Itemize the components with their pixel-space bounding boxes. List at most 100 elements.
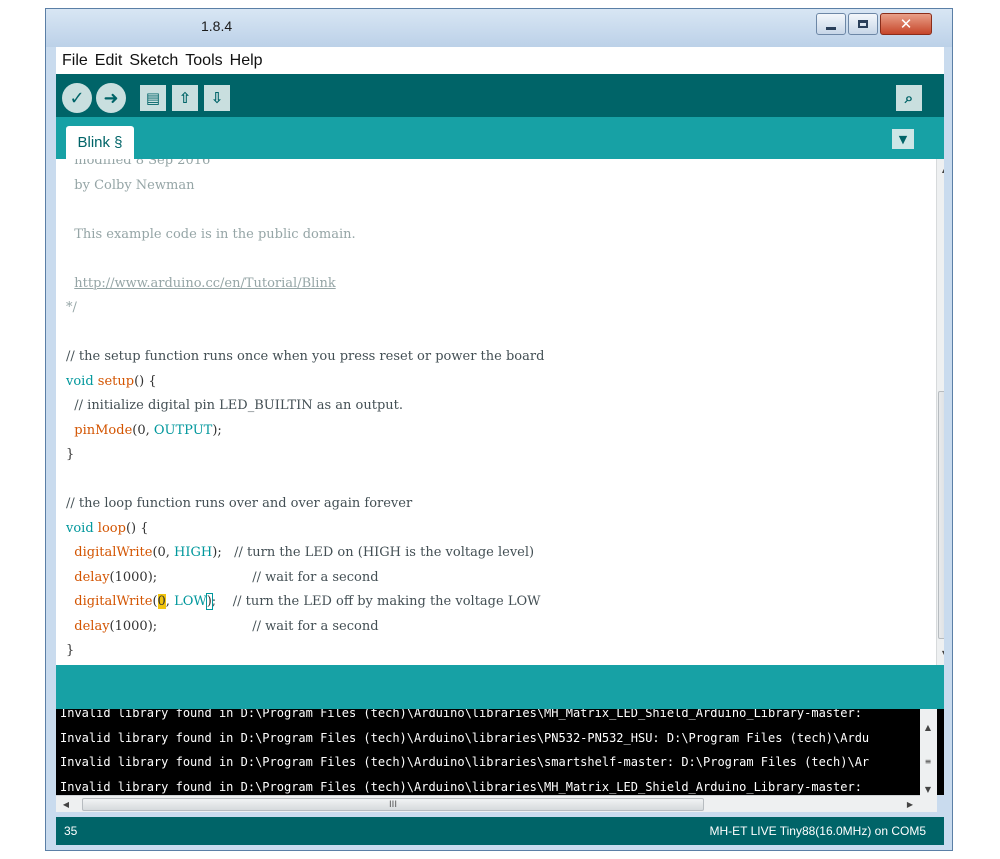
editor-scroll-thumb[interactable] xyxy=(938,391,944,639)
console-hscroll-thumb[interactable]: III xyxy=(82,798,704,811)
code-token: (1000); xyxy=(109,569,253,585)
tab-blink[interactable]: Blink § xyxy=(66,126,134,159)
console-output[interactable]: Invalid library found in D:\Program File… xyxy=(56,709,944,795)
code-line: void loop() { xyxy=(66,517,916,542)
code-token: (0, xyxy=(132,422,154,438)
serial-monitor-button[interactable]: ⌕ xyxy=(896,85,922,111)
code-token: (0, xyxy=(152,545,175,560)
menu-sketch[interactable]: Sketch xyxy=(129,52,178,70)
title-bar[interactable]: 1.8.4 ✕ xyxy=(46,9,952,47)
close-icon: ✕ xyxy=(899,15,913,33)
verify-button[interactable]: ✓ xyxy=(62,83,92,113)
scroll-right-arrow-icon[interactable]: ▶ xyxy=(902,796,918,812)
scroll-left-arrow-icon[interactable]: ◀ xyxy=(58,796,74,812)
code-token: ); xyxy=(212,545,235,560)
code-line: // the setup function runs once when you… xyxy=(66,349,545,364)
function-delay: delay xyxy=(74,618,110,634)
tutorial-link[interactable]: http://www.arduino.cc/en/Tutorial/Blink xyxy=(74,276,335,291)
console-line: Invalid library found in D:\Program File… xyxy=(60,779,862,794)
console-line: Invalid library found in D:\Program File… xyxy=(60,730,870,745)
arduino-ide-window: 1.8.4 ✕ File Edit Sketch Tools Help ✓ ➜ … xyxy=(45,8,953,851)
code-line: digitalWrite(0, LOW); // turn the LED of… xyxy=(66,590,916,615)
code-line: delay(1000); // wait for a second xyxy=(66,566,916,591)
scroll-grip-icon: III xyxy=(389,799,397,810)
code-line: http://www.arduino.cc/en/Tutorial/Blink xyxy=(66,272,916,297)
code-line: modified 8 Sep 2016 xyxy=(66,159,211,168)
code-comment: // wait for a second xyxy=(252,618,379,634)
code-line: pinMode(0, OUTPUT); xyxy=(66,419,916,444)
console-scroll-up-icon[interactable]: ▲ xyxy=(920,719,936,735)
status-board-port: MH-ET LIVE Tiny88(16.0MHz) on COM5 xyxy=(709,824,926,838)
function-setup: setup xyxy=(97,373,135,389)
code-token: (1000); xyxy=(109,618,253,634)
scroll-up-arrow-icon[interactable]: ▲ xyxy=(937,161,944,177)
code-line: digitalWrite(0, HIGH); // turn the LED o… xyxy=(66,541,916,566)
function-loop: loop xyxy=(97,520,126,536)
code-line: void setup() { xyxy=(66,370,916,395)
status-bar: 35 MH-ET LIVE Tiny88(16.0MHz) on COM5 xyxy=(56,817,944,845)
close-button[interactable]: ✕ xyxy=(880,13,932,35)
tab-menu-button[interactable]: ▼ xyxy=(892,129,914,149)
code-line: */ xyxy=(66,300,77,315)
code-line: } xyxy=(66,447,75,462)
editor-vertical-scrollbar[interactable]: ▲ ▼ xyxy=(936,159,944,665)
window-title: 1.8.4 xyxy=(201,18,233,34)
function-delay: delay xyxy=(74,569,110,585)
triangle-down-icon: ▼ xyxy=(898,132,908,146)
code-comment: // wait for a second xyxy=(252,569,379,585)
code-text: modified 8 Sep 2016 by Colby Newman This… xyxy=(66,159,916,664)
function-pinmode: pinMode xyxy=(74,422,133,438)
keyword-void: void xyxy=(66,373,94,389)
constant-high: HIGH xyxy=(174,545,213,560)
code-comment: // turn the LED on (HIGH is the voltage … xyxy=(234,545,535,560)
open-arrow-up-icon: ⇧ xyxy=(178,89,192,107)
constant-output: OUTPUT xyxy=(153,422,213,438)
arrow-right-icon: ➜ xyxy=(103,87,119,109)
code-line: // initialize digital pin LED_BUILTIN as… xyxy=(66,398,404,413)
code-line: delay(1000); // wait for a second xyxy=(66,615,916,640)
menu-edit[interactable]: Edit xyxy=(95,52,123,70)
tab-bar: Blink § ▼ xyxy=(56,117,944,159)
console-line: Invalid library found in D:\Program File… xyxy=(60,709,862,720)
code-line: // the loop function runs over and over … xyxy=(66,496,413,511)
menu-tools[interactable]: Tools xyxy=(185,52,222,70)
code-comment: ; // turn the LED off by making the volt… xyxy=(211,594,541,609)
code-line: by Colby Newman xyxy=(66,177,195,193)
code-token: ( xyxy=(152,594,158,609)
scroll-down-arrow-icon[interactable]: ▼ xyxy=(937,645,944,661)
save-sketch-button[interactable]: ⇩ xyxy=(204,85,230,111)
console-line: Invalid library found in D:\Program File… xyxy=(60,755,870,769)
console-text: Invalid library found in D:\Program File… xyxy=(60,709,869,795)
minimize-button[interactable] xyxy=(816,13,846,35)
save-arrow-down-icon: ⇩ xyxy=(210,89,224,107)
new-file-icon: ▤ xyxy=(145,89,161,107)
keyword-void: void xyxy=(66,520,94,536)
code-token: () { xyxy=(134,373,157,389)
message-bar xyxy=(56,665,944,709)
console-vertical-scrollbar[interactable]: ▲ ≡ ▼ xyxy=(920,709,937,812)
maximize-icon xyxy=(858,20,868,28)
console-scroll-down-icon[interactable]: ▼ xyxy=(920,781,936,797)
upload-button[interactable]: ➜ xyxy=(96,83,126,113)
code-token: ); xyxy=(212,422,222,438)
check-icon: ✓ xyxy=(69,87,85,109)
menu-file[interactable]: File xyxy=(62,52,88,70)
new-sketch-button[interactable]: ▤ xyxy=(140,85,166,111)
maximize-button[interactable] xyxy=(848,13,878,35)
constant-low: LOW xyxy=(174,594,207,609)
open-sketch-button[interactable]: ⇧ xyxy=(172,85,198,111)
code-token: , xyxy=(165,594,175,609)
function-digitalwrite: digitalWrite xyxy=(74,594,153,609)
code-editor[interactable]: modified 8 Sep 2016 by Colby Newman This… xyxy=(56,159,944,665)
menu-help[interactable]: Help xyxy=(230,52,263,70)
status-line-number: 35 xyxy=(64,824,78,838)
magnifier-icon: ⌕ xyxy=(904,89,914,107)
console-horizontal-scrollbar[interactable]: ◀ III ▶ xyxy=(56,795,920,812)
minimize-icon xyxy=(826,26,836,30)
toolbar: ✓ ➜ ▤ ⇧ ⇩ ⌕ xyxy=(56,74,944,117)
console-scroll-grip-icon[interactable]: ≡ xyxy=(920,753,936,769)
